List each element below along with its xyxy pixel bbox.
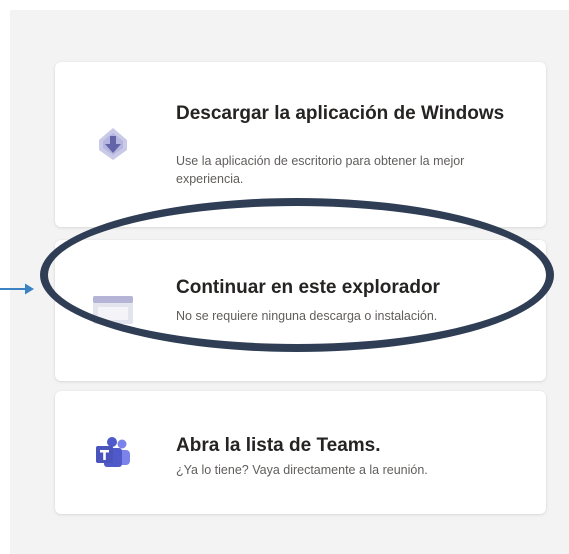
teams-logo-icon xyxy=(89,429,137,477)
option-description: Use la aplicación de escritorio para obt… xyxy=(176,154,465,186)
launch-options-panel: Descargar la aplicación de Windows Use l… xyxy=(10,10,569,554)
download-windows-app-option[interactable]: Descargar la aplicación de Windows Use l… xyxy=(55,62,546,227)
download-cloud-icon xyxy=(89,120,137,168)
option-description: ¿Ya lo tiene? Vaya directamente a la reu… xyxy=(176,463,428,477)
open-teams-app-option[interactable]: Abra la lista de Teams. ¿Ya lo tiene? Va… xyxy=(55,391,546,514)
option-description: No se requiere ninguna descarga o instal… xyxy=(176,309,438,323)
option-title: Continuar en este explorador xyxy=(176,277,440,298)
continue-in-browser-option[interactable]: Continuar en este explorador No se requi… xyxy=(55,240,546,381)
option-title: Abra la lista de Teams. xyxy=(176,435,381,456)
option-title: Descargar la aplicación de Windows xyxy=(176,103,505,124)
pointer-arrow-icon xyxy=(0,283,34,295)
browser-window-icon xyxy=(89,286,137,334)
